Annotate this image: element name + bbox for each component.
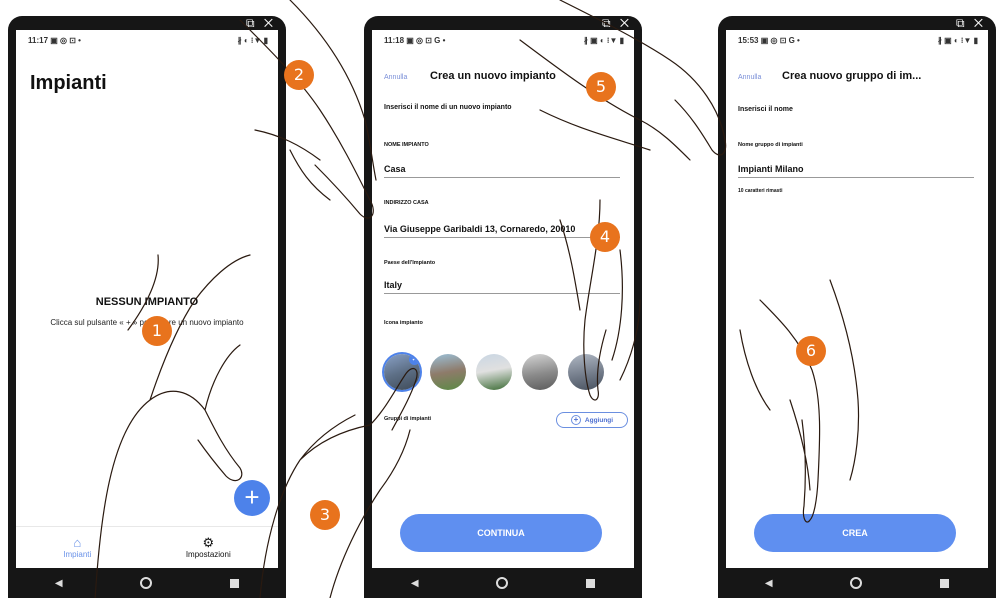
page-title: Crea un nuovo impianto bbox=[430, 70, 556, 82]
step-badge-5: 5 bbox=[586, 72, 616, 102]
country-label: Paese dell'Impianto bbox=[384, 260, 436, 266]
cancel-button[interactable]: Annulla bbox=[384, 74, 407, 81]
back-icon[interactable]: ◀ bbox=[411, 578, 419, 589]
step-badge-6: 6 bbox=[796, 336, 826, 366]
status-bar: 15:53 ▣ ◎ ⊡ G • ∦ ▣ ◐ ⁝▼ ▮ bbox=[726, 30, 988, 54]
phone-3: ⧉ ✕ 15:53 ▣ ◎ ⊡ G • ∦ ▣ ◐ ⁝▼ ▮ Annulla C… bbox=[718, 16, 996, 598]
chars-remaining-hint: 10 caratteri rimasti bbox=[738, 188, 783, 194]
home-icon: ⌂ bbox=[73, 535, 82, 550]
recent-apps-icon[interactable] bbox=[230, 578, 240, 588]
page-title: Crea nuovo gruppo di im... bbox=[782, 70, 922, 82]
window-controls-icon[interactable]: ⧉ ✕ bbox=[602, 16, 632, 31]
tab-impostazioni[interactable]: ⚙ Impostazioni bbox=[185, 535, 231, 560]
plus-icon: + bbox=[570, 415, 581, 425]
step-badge-1: 1 bbox=[142, 316, 172, 346]
step-badge-4: 4 bbox=[590, 222, 620, 252]
plant-icon-row: ✓ bbox=[384, 354, 604, 390]
status-time-left: 11:17 ▣ ◎ ⊡ • bbox=[28, 36, 81, 45]
home-circle-icon[interactable] bbox=[140, 577, 153, 589]
status-time-left: 11:18 ▣ ◎ ⊡ G • bbox=[384, 36, 446, 45]
home-circle-icon[interactable] bbox=[850, 577, 863, 589]
phone-1: ⧉ ✕ 11:17 ▣ ◎ ⊡ • ∦ ◐ ⁝▼ ▮ Impianti NESS… bbox=[8, 16, 286, 598]
name-prompt: Inserisci il nome di un nuovo impianto bbox=[384, 104, 512, 111]
gear-icon: ⚙ bbox=[202, 535, 215, 550]
recent-apps-icon[interactable] bbox=[940, 578, 950, 588]
status-bar: 11:17 ▣ ◎ ⊡ • ∦ ◐ ⁝▼ ▮ bbox=[16, 30, 278, 54]
back-icon[interactable]: ◀ bbox=[765, 578, 773, 589]
android-nav-bar: ◀ bbox=[726, 568, 988, 598]
house-icon-4[interactable] bbox=[522, 354, 558, 390]
address-field[interactable]: Via Giuseppe Garibaldi 13, Cornaredo, 20… bbox=[384, 224, 620, 238]
empty-state-title: NESSUN IMPIANTO bbox=[95, 296, 199, 308]
step-badge-3: 3 bbox=[310, 500, 340, 530]
cancel-button[interactable]: Annulla bbox=[738, 74, 761, 81]
tab-impianti[interactable]: ⌂ Impianti bbox=[63, 535, 92, 560]
tab-impostazioni-label: Impostazioni bbox=[185, 550, 231, 559]
add-group-button[interactable]: + Aggiungi bbox=[556, 412, 628, 428]
home-circle-icon[interactable] bbox=[496, 577, 509, 589]
house-icon-2[interactable] bbox=[430, 354, 466, 390]
country-field[interactable]: Italy bbox=[384, 280, 620, 294]
status-icons-right: ∦ ◐ ⁝▼ ▮ bbox=[237, 36, 268, 45]
recent-apps-icon[interactable] bbox=[586, 578, 596, 588]
name-prompt: Inserisci il nome bbox=[738, 106, 793, 113]
check-icon: ✓ bbox=[409, 354, 420, 365]
continue-button[interactable]: CONTINUA bbox=[400, 514, 602, 552]
status-time-left: 15:53 ▣ ◎ ⊡ G • bbox=[738, 36, 800, 45]
android-nav-bar: ◀ bbox=[372, 568, 634, 598]
screen-impianti: 11:17 ▣ ◎ ⊡ • ∦ ◐ ⁝▼ ▮ Impianti NESSUN I… bbox=[16, 30, 278, 568]
icon-label: Icona impianto bbox=[384, 320, 423, 326]
group-name-field[interactable]: Impianti Milano bbox=[738, 164, 974, 178]
create-button[interactable]: CREA bbox=[754, 514, 956, 552]
tab-impianti-label: Impianti bbox=[63, 550, 92, 559]
add-group-label: Aggiungi bbox=[584, 416, 614, 424]
group-name-label: Nome gruppo di impianti bbox=[738, 142, 803, 148]
android-nav-bar: ◀ bbox=[16, 568, 278, 598]
status-icons-right: ∦ ▣ ◐ ⁝▼ ▮ bbox=[583, 36, 624, 45]
window-controls-icon[interactable]: ⧉ ✕ bbox=[246, 16, 276, 31]
status-icons-right: ∦ ▣ ◐ ⁝▼ ▮ bbox=[937, 36, 978, 45]
plant-name-field[interactable]: Casa bbox=[384, 164, 620, 178]
status-bar: 11:18 ▣ ◎ ⊡ G • ∦ ▣ ◐ ⁝▼ ▮ bbox=[372, 30, 634, 54]
address-label: INDIRIZZO CASA bbox=[384, 200, 429, 206]
add-plant-button[interactable]: + bbox=[234, 480, 270, 516]
plant-groups-label: Gruppi di impianti bbox=[384, 416, 432, 422]
plant-name-label: NOME IMPIANTO bbox=[384, 142, 429, 148]
screen-create-group: 15:53 ▣ ◎ ⊡ G • ∦ ▣ ◐ ⁝▼ ▮ Annulla Crea … bbox=[726, 30, 988, 568]
window-controls-icon[interactable]: ⧉ ✕ bbox=[956, 16, 986, 31]
tab-bar: ⌂ Impianti ⚙ Impostazioni bbox=[16, 526, 278, 568]
phone-2: ⧉ ✕ 11:18 ▣ ◎ ⊡ G • ∦ ▣ ◐ ⁝▼ ▮ Annulla C… bbox=[364, 16, 642, 598]
house-icon-3[interactable] bbox=[476, 354, 512, 390]
house-icon-1[interactable]: ✓ bbox=[384, 354, 420, 390]
page-title: Impianti bbox=[30, 72, 107, 94]
screen-create-plant: 11:18 ▣ ◎ ⊡ G • ∦ ▣ ◐ ⁝▼ ▮ Annulla Crea … bbox=[372, 30, 634, 568]
step-badge-2: 2 bbox=[284, 60, 314, 90]
back-icon[interactable]: ◀ bbox=[55, 578, 63, 589]
house-icon-5[interactable] bbox=[568, 354, 604, 390]
